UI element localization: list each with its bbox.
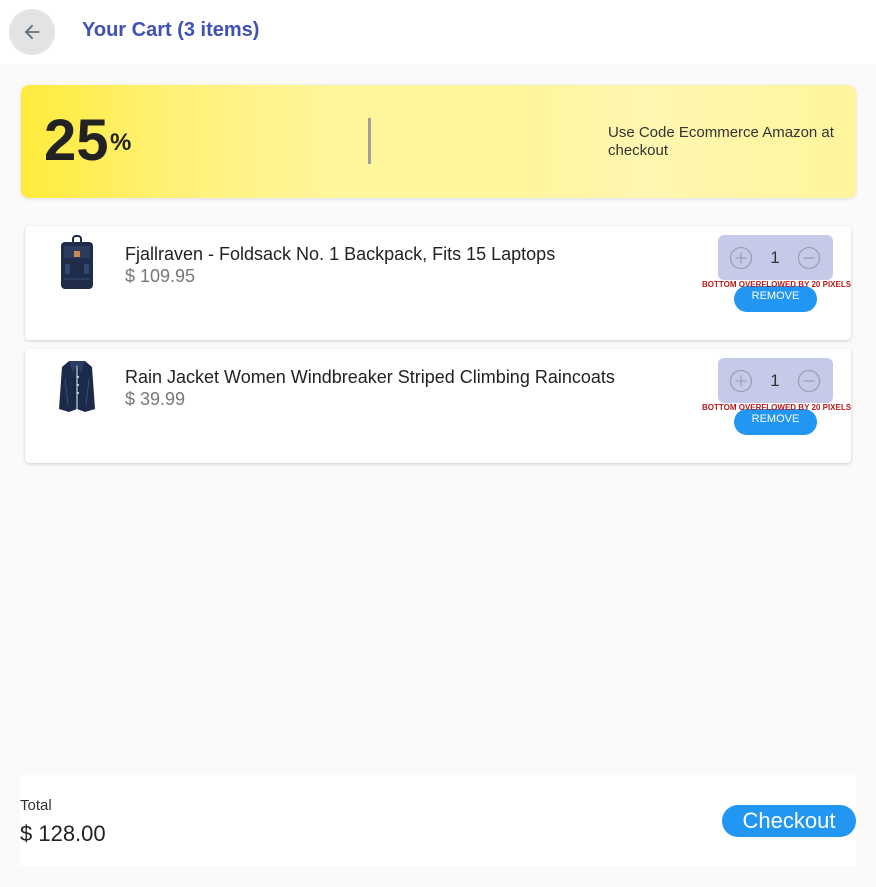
quantity-stepper: 1 — [718, 235, 833, 280]
cart-item: Fjallraven - Foldsack No. 1 Backpack, Fi… — [25, 226, 851, 340]
promo-divider — [368, 118, 371, 164]
plus-circle-icon[interactable] — [729, 369, 753, 393]
promo-discount: 25 — [44, 108, 109, 173]
quantity-value: 1 — [770, 248, 780, 267]
remove-button[interactable]: REMOVE — [734, 286, 817, 312]
total-value: $ 128.00 — [20, 821, 106, 846]
backpack-image — [61, 235, 93, 289]
jacket-image — [59, 361, 95, 412]
app-bar: Your Cart (3 items) — [0, 0, 876, 64]
promo-percent-sign: % — [110, 129, 132, 156]
item-name[interactable]: Fjallraven - Foldsack No. 1 Backpack, Fi… — [125, 244, 555, 265]
remove-button[interactable]: REMOVE — [734, 409, 817, 435]
arrow-back-icon — [24, 24, 40, 40]
minus-circle-icon[interactable] — [797, 369, 821, 393]
item-name[interactable]: Rain Jacket Women Windbreaker Striped Cl… — [125, 367, 615, 388]
overflow-warning: BOTTOM OVERFLOWED BY 20 PIXELS — [702, 403, 852, 412]
overflow-warning: BOTTOM OVERFLOWED BY 20 PIXELS — [702, 280, 852, 289]
minus-circle-icon[interactable] — [797, 246, 821, 270]
promo-code-text: Use Code Ecommerce Amazon at checkout — [608, 124, 834, 159]
promo-banner: 25 % Use Code Ecommerce Amazon at checko… — [21, 85, 856, 198]
quantity-value: 1 — [770, 371, 780, 390]
item-price: $ 39.99 — [125, 389, 186, 409]
item-price: $ 109.95 — [125, 266, 196, 286]
total-label: Total — [20, 797, 52, 814]
quantity-stepper: 1 — [718, 358, 833, 403]
checkout-button[interactable]: Checkout — [722, 805, 856, 837]
page-title: Your Cart (3 items) — [82, 19, 260, 41]
checkout-footer: Total $ 128.00 Checkout — [20, 775, 856, 866]
cart-item: Rain Jacket Women Windbreaker Striped Cl… — [25, 349, 851, 463]
back-button[interactable] — [9, 9, 55, 55]
plus-circle-icon[interactable] — [729, 246, 753, 270]
